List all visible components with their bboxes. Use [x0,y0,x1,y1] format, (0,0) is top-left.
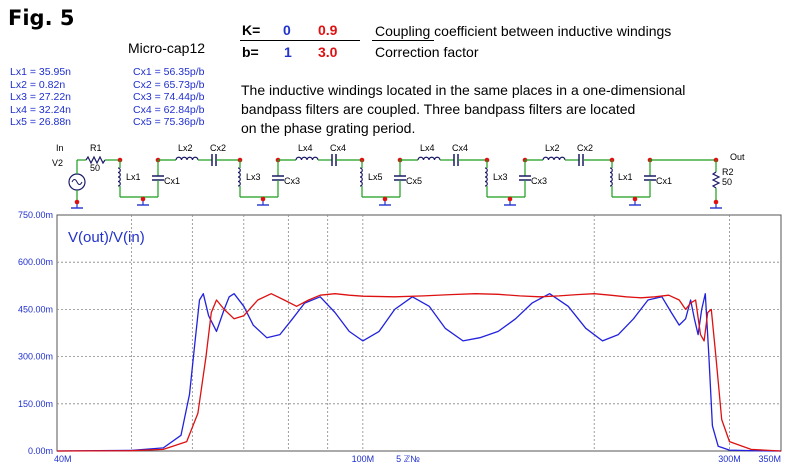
series-inductor [542,156,566,161]
label-series-capacitor: Cx2 [577,143,593,153]
plot-area [56,214,782,452]
node-dot [140,196,146,202]
label-series-inductor: Lx4 [420,143,435,153]
label-shunt-capacitor: Cx1 [164,176,180,186]
x-tick-label: 40M [54,454,72,464]
node-dot [632,196,638,202]
curve-annotation: V(out)/V(in) [68,229,145,246]
label-shunt-inductor: Lx3 [493,172,508,182]
shunt-inductor [237,167,241,187]
label-out: Out [730,152,745,162]
label-shunt-inductor: Lx1 [126,172,141,182]
label-shunt-inductor: Lx5 [368,172,383,182]
label-series-capacitor: Cx4 [452,143,468,153]
figure-label: Fig. 5 [8,6,75,30]
b-value-1: 1 [284,44,292,60]
label-shunt-capacitor: Cx3 [531,176,547,186]
label-series-inductor: Lx2 [178,143,193,153]
shunt-inductor [484,167,488,187]
capacitor-value-1: Cx1 = 56.35p/b [133,66,205,78]
label-shunt-capacitor: Cx1 [656,176,672,186]
inductor-value-1: Lx1 = 35.95n [10,66,72,78]
resistor-r2 [711,171,721,189]
label-series-capacitor: Cx2 [210,143,226,153]
node-dot [507,196,513,202]
k-value-2: 0.9 [318,22,338,38]
k-label: K= [242,22,261,38]
b-description: Correction factor [375,44,479,60]
node-dot [382,196,388,202]
label-r2-value: 50 [722,177,732,187]
node-dot [260,196,266,202]
x-axis-mark: 5 ℤ№ [396,454,420,464]
node-dot [74,199,80,205]
inductor-value-2: Lx2 = 0.82n [10,78,66,91]
inductor-value-3: Lx3 = 27.22n [10,91,72,103]
param-table-divider [240,40,360,41]
label-r1-value: 50 [90,163,100,173]
software-name: Micro-cap12 [128,40,206,56]
label-series-capacitor: Cx4 [330,143,346,153]
filter-schematic: In V2 R1 50 Lx1 Cx1 Lx2 Cx2 Lx3 Cx3 Lx4 Cx4 Lx5 Cx5 Lx… [52,143,745,209]
label-shunt-capacitor: Cx5 [406,176,422,186]
label-in: In [56,143,64,153]
param-desc-underline [372,40,434,41]
label-v2: V2 [52,158,63,168]
figure-description: The inductive windings located in the sa… [241,81,761,138]
series-inductor [417,156,441,161]
shunt-inductor [117,167,121,187]
capacitor-value-2: Cx2 = 65.73p/b [133,78,205,91]
label-shunt-inductor: Lx3 [246,172,261,182]
b-value-2: 3.0 [318,44,338,60]
label-r1: R1 [90,143,102,153]
y-tick-label: 750.00m [18,210,53,220]
description-line: bandpass filters are coupled. Three band… [241,101,636,117]
description-line: The inductive windings located in the sa… [241,82,686,98]
capacitor-values: Cx1 = 56.35p/b Cx2 = 65.73p/b Cx3 = 74.44p… [133,66,205,129]
x-tick-label: 100M [352,454,375,464]
frequency-response-chart: 0.00m 150.00m 300.00m 450.00m 600.00m 750.00m… [18,210,782,464]
series-inductor [175,156,199,161]
y-tick-label: 150.00m [18,399,53,409]
node-dot [713,199,719,205]
label-series-inductor: Lx2 [545,143,560,153]
y-tick-label: 300.00m [18,352,53,362]
k-description: Coupling coefficient between inductive w… [375,23,672,39]
capacitor-value-5: Cx5 = 75.36p/b [133,116,205,128]
y-tick-label: 600.00m [18,257,53,267]
voltage-source-wave [71,179,83,185]
shunt-inductor [359,167,363,187]
k-value-1: 0 [283,22,291,38]
capacitor-value-4: Cx4 = 62.84p/b [133,103,205,116]
inductor-value-4: Lx4 = 32.24n [10,103,72,116]
label-shunt-inductor: Lx1 [618,172,633,182]
inductor-value-5: Lx5 = 26.88n [10,116,72,128]
b-label: b= [242,44,259,60]
capacitor-value-3: Cx3 = 74.44p/b [133,91,205,103]
inductor-values: Lx1 = 35.95n Lx2 = 0.82n Lx3 = 27.22n Lx4 =… [10,66,71,129]
y-tick-label: 0.00m [28,446,53,456]
series-inductor [295,156,319,161]
label-series-inductor: Lx4 [298,143,313,153]
label-r2: R2 [722,167,734,177]
x-tick-label: 300M [718,454,741,464]
shunt-inductor [609,167,613,187]
y-tick-label: 450.00m [18,304,53,314]
description-line: on the phase grating period. [241,120,416,136]
x-tick-label: 350M [758,454,781,464]
label-shunt-capacitor: Cx3 [284,176,300,186]
